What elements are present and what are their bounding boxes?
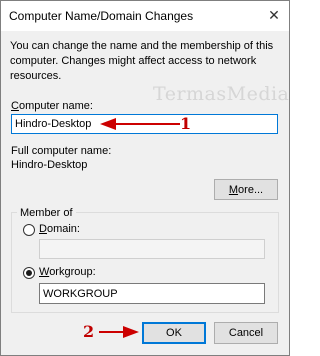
window-title: Computer Name/Domain Changes: [9, 9, 194, 23]
domain-label: Domain:: [39, 223, 80, 235]
computer-name-label: Computer name:: [11, 100, 93, 112]
domain-radio[interactable]: [23, 224, 35, 236]
cancel-button[interactable]: Cancel: [214, 322, 278, 344]
arrow-annotation-1: [100, 118, 180, 130]
ok-button[interactable]: OK: [142, 322, 206, 344]
workgroup-radio[interactable]: [23, 267, 35, 279]
more-button[interactable]: More...: [214, 179, 278, 200]
workgroup-input[interactable]: WORKGROUP: [39, 283, 265, 304]
watermark-logo: TermasMedia: [153, 83, 290, 105]
workgroup-label: Workgroup:: [39, 266, 96, 278]
step-2-label: 2: [83, 322, 95, 341]
full-computer-name-label: Full computer name:: [11, 145, 112, 157]
dialog-window: Computer Name/Domain Changes ✕ You can c…: [0, 0, 290, 356]
title-bar: Computer Name/Domain Changes ✕: [1, 1, 289, 31]
member-of-title: Member of: [17, 207, 76, 219]
description-text: You can change the name and the membersh…: [10, 40, 274, 82]
step-1-label: 1: [180, 114, 192, 133]
arrow-annotation-2: [99, 326, 139, 338]
close-button[interactable]: ✕: [261, 3, 287, 27]
domain-input[interactable]: [39, 239, 265, 259]
full-computer-name-value: Hindro-Desktop: [11, 159, 88, 171]
